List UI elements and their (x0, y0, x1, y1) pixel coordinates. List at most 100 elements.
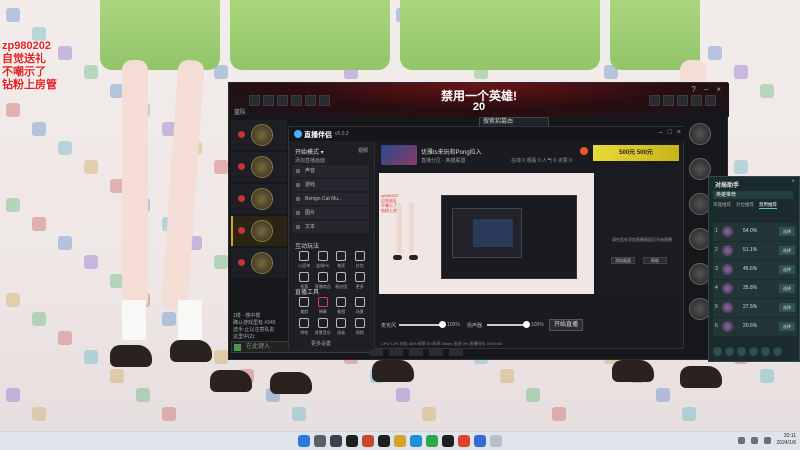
menu-icon[interactable] (291, 95, 302, 106)
app-icon[interactable] (426, 435, 438, 447)
menu-icon[interactable] (677, 95, 688, 106)
app-icon[interactable] (458, 435, 470, 447)
clock[interactable]: 20:11 2024/1/6 (777, 433, 796, 447)
maximize-button[interactable]: □ (668, 129, 672, 136)
spell-icon[interactable] (409, 348, 423, 356)
close-button[interactable]: × (677, 129, 681, 136)
close-button[interactable]: × (716, 85, 721, 94)
tool-button[interactable]: 画板 (332, 318, 351, 336)
app-icon[interactable] (346, 435, 358, 447)
tool-button[interactable]: 粉丝团 (332, 272, 351, 290)
tool-button[interactable]: 抽奖 (332, 251, 351, 269)
app-icon[interactable] (442, 435, 454, 447)
menu-icon[interactable] (691, 95, 702, 106)
menu-icon[interactable] (663, 95, 674, 106)
help-button[interactable]: 帮助 (643, 257, 667, 264)
source-item[interactable]: 图片 (293, 207, 369, 219)
select-button[interactable]: 选择 (779, 322, 795, 331)
menu-icon[interactable] (263, 95, 274, 106)
slider-knob[interactable] (439, 321, 446, 328)
notification-icon[interactable] (580, 147, 588, 155)
tool-button[interactable]: 弹幕 (314, 297, 333, 315)
champion-slot[interactable] (231, 152, 287, 182)
champion-slot-selected[interactable] (231, 216, 287, 246)
video-link[interactable]: 视频 (358, 147, 368, 154)
rune-icon[interactable] (389, 348, 403, 356)
tab-counter-recommend[interactable]: 对位推荐 (736, 202, 754, 209)
footer-icon[interactable] (761, 347, 770, 356)
minimize-button[interactable]: – (704, 85, 708, 94)
select-button[interactable]: 选择 (779, 265, 795, 274)
desktop-icon (6, 8, 20, 22)
task-view-icon[interactable] (330, 435, 342, 447)
source-item[interactable]: Benign Cat Mu.. (293, 193, 369, 205)
section-live-tools: 直播工具 (295, 290, 320, 296)
app-icon[interactable] (490, 435, 502, 447)
champion-slot[interactable] (231, 184, 287, 214)
tool-button[interactable]: 心愿单 (295, 251, 314, 269)
ban-slot[interactable] (689, 123, 711, 145)
slider-knob[interactable] (523, 321, 530, 328)
champion-slot[interactable] (231, 120, 287, 150)
help-button[interactable]: ? (691, 85, 695, 94)
room-title[interactable]: 优雅ts来玩和Pong拉入 (421, 147, 482, 156)
add-scene-button[interactable]: 添加画面 (611, 257, 635, 264)
select-button[interactable]: 选择 (779, 227, 795, 236)
tool-label: 更多 (355, 284, 364, 289)
menu-icon[interactable] (319, 95, 330, 106)
folder-icon[interactable] (394, 435, 406, 447)
champion-slot[interactable] (231, 248, 287, 278)
tab-hero-recommend[interactable]: 英雄推荐 (713, 202, 731, 209)
select-button[interactable]: 选择 (779, 246, 795, 255)
mic-volume-slider[interactable] (399, 321, 446, 328)
tool-button[interactable]: 背景音乐 (314, 318, 333, 336)
volume-icon[interactable] (763, 436, 771, 444)
footer-icon[interactable] (725, 347, 734, 356)
list-item: 5 27.5% 选择 (713, 299, 797, 317)
tool-button[interactable]: 视频 (351, 318, 370, 336)
edge-icon[interactable] (410, 435, 422, 447)
app-icon[interactable] (378, 435, 390, 447)
menu-icon[interactable] (277, 95, 288, 106)
tool-button[interactable]: 美颜 (295, 297, 314, 315)
search-icon[interactable] (314, 435, 326, 447)
select-button[interactable]: 选择 (779, 284, 795, 293)
more-settings-link[interactable]: 更多设置 (311, 340, 331, 347)
menu-icon[interactable] (649, 95, 660, 106)
start-stream-button[interactable]: 开始直播 (549, 319, 583, 331)
source-item[interactable]: 声音 (293, 165, 369, 177)
network-icon[interactable] (750, 436, 758, 444)
promo-banner[interactable]: 500元 500元 (593, 145, 679, 161)
tool-button[interactable]: 场景 (351, 297, 370, 315)
spell-icon[interactable] (429, 348, 443, 356)
footer-icon[interactable] (737, 347, 746, 356)
room-thumbnail[interactable] (381, 145, 417, 165)
start-icon[interactable] (298, 435, 310, 447)
tool-button[interactable]: 连线PK (314, 251, 333, 269)
add-source-label[interactable]: 添加直播画面 (295, 157, 325, 164)
select-button[interactable]: 选择 (779, 303, 795, 312)
app-icon[interactable] (474, 435, 486, 447)
window-controls: ? – × (691, 85, 721, 94)
tool-button[interactable]: 截图 (332, 297, 351, 315)
speaker-volume-slider[interactable] (487, 321, 530, 328)
minimize-button[interactable]: – (659, 129, 663, 136)
menu-icon[interactable] (249, 95, 260, 106)
tool-button[interactable]: 更多 (351, 272, 370, 290)
source-item[interactable]: 游戏 (293, 179, 369, 191)
footer-icon[interactable] (749, 347, 758, 356)
tool-button[interactable]: 红包 (351, 251, 370, 269)
app-icon[interactable] (362, 435, 374, 447)
tool-button[interactable]: 特效 (295, 318, 314, 336)
close-button[interactable]: × (791, 179, 795, 185)
mode-dropdown[interactable]: 开始模式 ▾ (295, 147, 324, 156)
clock-date: 2024/1/6 (776, 440, 796, 446)
tab-ban-recommend[interactable]: 禁用推荐 (759, 202, 777, 209)
menu-icon[interactable] (305, 95, 316, 106)
footer-icon[interactable] (773, 347, 782, 356)
skin-icon[interactable] (449, 348, 463, 356)
footer-icon[interactable] (713, 347, 722, 356)
chevron-up-icon[interactable] (737, 436, 745, 444)
source-item[interactable]: 文本 (293, 221, 369, 233)
menu-icon[interactable] (705, 95, 716, 106)
